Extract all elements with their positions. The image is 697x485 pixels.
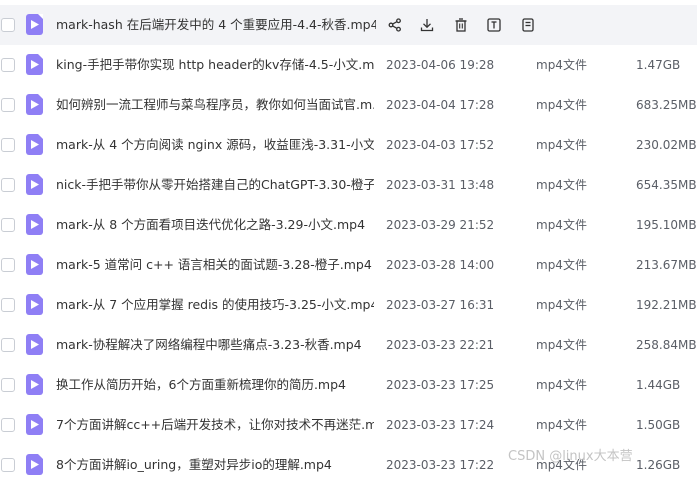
file-size: 1.44GB — [636, 378, 681, 392]
file-size: 213.67MB — [636, 258, 697, 272]
file-row[interactable]: mark-从 8 个方面看项目迭代优化之路-3.29-小文.mp4 2023-03… — [0, 205, 697, 245]
video-file-icon — [26, 94, 43, 115]
file-size: 654.35MB — [636, 178, 697, 192]
modified-date: 2023-04-04 17:28 — [386, 98, 495, 112]
file-type: mp4文件 — [536, 258, 587, 272]
file-name[interactable]: 如何辨别一流工程师与菜鸟程序员，教你如何当面试官.m... — [56, 97, 374, 113]
file-row[interactable]: 换工作从简历开始，6个方面重新梳理你的简历.mp4 2023-03-23 17:2… — [0, 365, 697, 405]
modified-date: 2023-03-23 17:22 — [386, 458, 495, 472]
file-row[interactable]: mark-协程解决了网络编程中哪些痛点-3.23-秋香.mp4 2023-03-2… — [0, 325, 697, 365]
file-type: mp4文件 — [536, 178, 587, 192]
delete-icon[interactable] — [451, 15, 471, 35]
text-icon[interactable] — [484, 15, 504, 35]
download-icon[interactable] — [417, 15, 437, 35]
video-file-icon — [26, 54, 43, 75]
file-row[interactable]: 7个方面讲解cc++后端开发技术，让你对技术不再迷茫.m... 2023-03-2… — [0, 405, 697, 445]
file-type: mp4文件 — [536, 138, 587, 152]
file-name[interactable]: 7个方面讲解cc++后端开发技术，让你对技术不再迷茫.m... — [56, 417, 374, 433]
file-size: 683.25MB — [636, 98, 697, 112]
row-checkbox[interactable] — [1, 258, 15, 272]
file-row[interactable]: nick-手把手带你从零开始搭建自己的ChatGPT-3.30-橙子... 202… — [0, 165, 697, 205]
file-size: 1.50GB — [636, 418, 681, 432]
video-file-icon — [26, 414, 43, 435]
modified-date: 2023-04-03 17:52 — [386, 138, 495, 152]
row-checkbox[interactable] — [1, 18, 15, 32]
file-size: 230.02MB — [636, 138, 697, 152]
file-name[interactable]: mark-5 道常问 c++ 语言相关的面试题-3.28-橙子.mp4 — [56, 257, 372, 273]
file-name[interactable]: 换工作从简历开始，6个方面重新梳理你的简历.mp4 — [56, 377, 346, 393]
video-file-icon — [26, 454, 43, 475]
file-row[interactable]: mark-从 4 个方向阅读 nginx 源码，收益匪浅-3.31-小文... 2… — [0, 125, 697, 165]
file-type: mp4文件 — [536, 218, 587, 232]
row-checkbox[interactable] — [1, 298, 15, 312]
modified-date: 2023-03-29 21:52 — [386, 218, 495, 232]
file-type: mp4文件 — [536, 98, 587, 112]
file-row[interactable]: mark-5 道常问 c++ 语言相关的面试题-3.28-橙子.mp4 2023-… — [0, 245, 697, 285]
row-checkbox[interactable] — [1, 418, 15, 432]
file-type: mp4文件 — [536, 58, 587, 72]
file-size: 1.26GB — [636, 458, 681, 472]
video-file-icon — [26, 294, 43, 315]
share-icon[interactable] — [385, 15, 405, 35]
file-name[interactable]: mark-从 4 个方向阅读 nginx 源码，收益匪浅-3.31-小文... — [56, 137, 374, 153]
row-checkbox[interactable] — [1, 138, 15, 152]
modified-date: 2023-03-31 13:48 — [386, 178, 495, 192]
file-name[interactable]: 8个方面讲解io_uring，重塑对异步io的理解.mp4 — [56, 457, 332, 473]
file-name[interactable]: mark-hash 在后端开发中的 4 个重要应用-4.4-秋香.mp4 — [56, 17, 376, 33]
modified-date: 2023-03-27 16:31 — [386, 298, 495, 312]
file-size: 258.84MB — [636, 338, 697, 352]
file-name[interactable]: mark-从 7 个应用掌握 redis 的使用技巧-3.25-小文.mp4 — [56, 297, 374, 313]
file-size: 192.21MB — [636, 298, 697, 312]
file-type: mp4文件 — [536, 418, 587, 432]
row-checkbox[interactable] — [1, 98, 15, 112]
row-checkbox[interactable] — [1, 458, 15, 472]
file-name[interactable]: mark-协程解决了网络编程中哪些痛点-3.23-秋香.mp4 — [56, 337, 362, 353]
more-icon[interactable] — [518, 15, 538, 35]
file-size: 195.10MB — [636, 218, 697, 232]
video-file-icon — [26, 174, 43, 195]
file-row[interactable]: 如何辨别一流工程师与菜鸟程序员，教你如何当面试官.m... 2023-04-04 … — [0, 85, 697, 125]
video-file-icon — [26, 134, 43, 155]
row-checkbox[interactable] — [1, 218, 15, 232]
row-checkbox[interactable] — [1, 178, 15, 192]
row-checkbox[interactable] — [1, 378, 15, 392]
file-name[interactable]: nick-手把手带你从零开始搭建自己的ChatGPT-3.30-橙子... — [56, 177, 374, 193]
video-file-icon — [26, 254, 43, 275]
file-name[interactable]: mark-从 8 个方面看项目迭代优化之路-3.29-小文.mp4 — [56, 217, 365, 233]
modified-date: 2023-04-06 19:28 — [386, 58, 495, 72]
video-file-icon — [26, 374, 43, 395]
watermark: CSDN @linux大本营 — [508, 449, 633, 464]
video-file-icon — [26, 334, 43, 355]
video-file-icon — [26, 14, 43, 35]
modified-date: 2023-03-28 14:00 — [386, 258, 495, 272]
video-file-icon — [26, 214, 43, 235]
file-type: mp4文件 — [536, 298, 587, 312]
modified-date: 2023-03-23 17:24 — [386, 418, 495, 432]
row-checkbox[interactable] — [1, 338, 15, 352]
file-name[interactable]: king-手把手带你实现 http header的kv存储-4.5-小文.m..… — [56, 57, 374, 73]
file-type: mp4文件 — [536, 338, 587, 352]
row-checkbox[interactable] — [1, 58, 15, 72]
file-row[interactable]: king-手把手带你实现 http header的kv存储-4.5-小文.m..… — [0, 45, 697, 85]
file-size: 1.47GB — [636, 58, 681, 72]
file-row[interactable]: mark-hash 在后端开发中的 4 个重要应用-4.4-秋香.mp4 — [0, 5, 697, 45]
file-row[interactable]: mark-从 7 个应用掌握 redis 的使用技巧-3.25-小文.mp4 20… — [0, 285, 697, 325]
file-type: mp4文件 — [536, 378, 587, 392]
modified-date: 2023-03-23 22:21 — [386, 338, 495, 352]
modified-date: 2023-03-23 17:25 — [386, 378, 495, 392]
